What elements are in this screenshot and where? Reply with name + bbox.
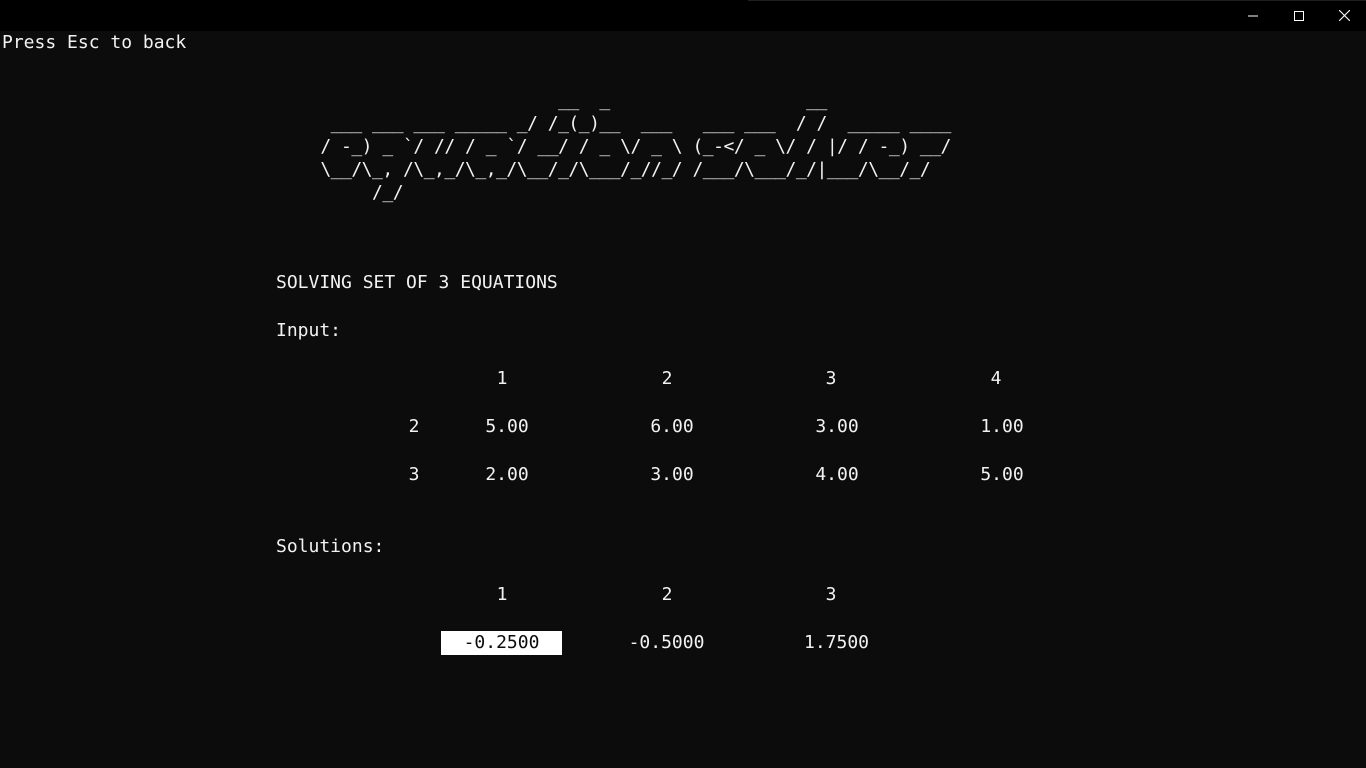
input-label: Input: [276,320,342,341]
close-icon [1338,10,1350,21]
input-column-header: 1 [496,368,508,389]
input-cell[interactable]: 2.00 [447,463,567,487]
solution-column-header: 1 [496,584,508,605]
input-cell[interactable]: 5.00 [447,415,567,439]
esc-hint: Press Esc to back [2,32,187,53]
close-button[interactable] [1321,0,1366,31]
title-bar [0,0,1366,31]
solution-value[interactable]: -0.5000 [606,631,727,655]
maximize-icon [1294,10,1304,21]
solution-value-selected[interactable]: -0.2500 [441,631,562,655]
minimize-button[interactable] [1230,0,1276,31]
input-cell[interactable]: 5.00 [942,463,1062,487]
input-cell[interactable]: 1.00 [942,415,1062,439]
input-row-index: 2 [408,416,420,437]
input-column-header: 4 [990,368,1002,389]
minimize-icon [1248,15,1258,16]
page-heading: SOLVING SET OF 3 EQUATIONS [276,272,558,293]
solutions-label: Solutions: [276,536,385,557]
input-cell[interactable]: 3.00 [777,415,897,439]
solution-column-header: 2 [661,584,673,605]
input-cell[interactable]: 6.00 [612,415,732,439]
input-column-header: 2 [661,368,673,389]
solution-value[interactable]: 1.7500 [776,631,897,655]
input-column-header: 3 [825,368,837,389]
solution-column-header: 3 [825,584,837,605]
ascii-banner: __ _ __ ___ ___ ___ _____ _/ /_(_)__ ___… [320,90,951,203]
maximize-button[interactable] [1276,0,1322,31]
input-cell[interactable]: 4.00 [777,463,897,487]
input-row-index: 3 [408,464,420,485]
input-cell[interactable]: 3.00 [612,463,732,487]
